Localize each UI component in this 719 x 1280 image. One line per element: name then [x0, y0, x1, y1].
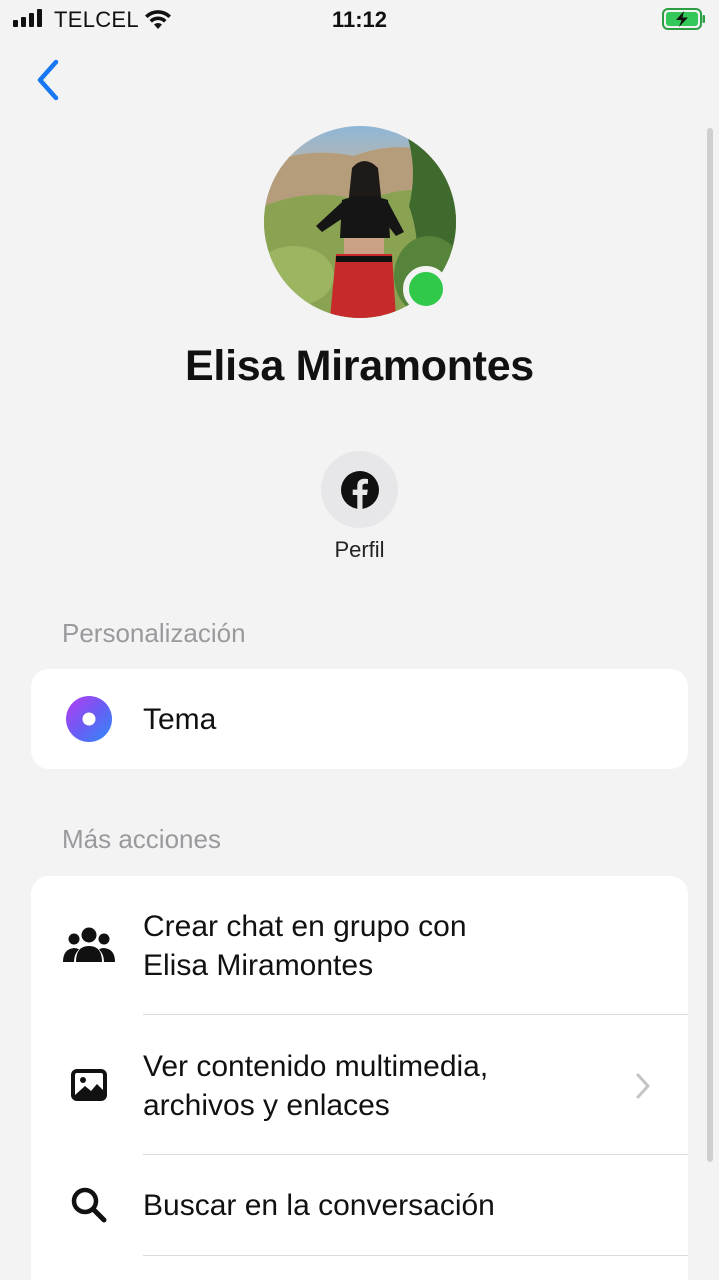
status-bar: TELCEL 11:12	[0, 0, 719, 40]
online-status-dot	[403, 266, 449, 312]
battery-charging-icon	[662, 8, 705, 30]
view-media-label: Ver contenido multimedia, archivos y enl…	[143, 1047, 488, 1125]
chevron-right-icon	[636, 1073, 650, 1099]
view-media-line1: Ver contenido multimedia,	[143, 1050, 489, 1083]
create-group-chat-line1: Crear chat en grupo con	[143, 910, 467, 943]
create-group-chat-label: Crear chat en grupo con Elisa Miramontes	[143, 907, 467, 985]
more-actions-card: Crear chat en grupo con Elisa Miramontes…	[31, 876, 688, 1280]
contact-name: Elisa Miramontes	[185, 342, 534, 390]
search-conversation-row[interactable]: Buscar en la conversación	[31, 1155, 688, 1256]
facebook-profile-button[interactable]	[321, 451, 398, 528]
back-button[interactable]	[28, 56, 68, 104]
theme-icon	[63, 693, 115, 745]
search-icon	[63, 1179, 115, 1231]
view-media-row[interactable]: Ver contenido multimedia, archivos y enl…	[31, 1015, 688, 1155]
theme-label: Tema	[143, 703, 217, 736]
personalization-card: Tema	[31, 669, 688, 769]
section-title-personalization: Personalización	[62, 618, 246, 648]
scrollbar[interactable]	[707, 128, 713, 1162]
image-icon	[63, 1059, 115, 1111]
view-media-line2: archivos y enlaces	[143, 1089, 390, 1122]
search-conversation-label: Buscar en la conversación	[143, 1189, 495, 1222]
create-group-chat-line2: Elisa Miramontes	[143, 949, 374, 982]
screen: TELCEL 11:12 Elisa Miramontes Perfil Per…	[0, 0, 719, 1280]
section-title-more-actions: Más acciones	[62, 824, 221, 854]
group-icon	[63, 920, 115, 972]
row-divider	[143, 1255, 688, 1256]
status-time: 11:12	[331, 7, 388, 32]
profile-label: Perfil	[334, 537, 385, 562]
create-group-chat-row[interactable]: Crear chat en grupo con Elisa Miramontes	[31, 876, 688, 1015]
theme-row[interactable]: Tema	[31, 669, 688, 769]
facebook-icon	[340, 470, 379, 509]
